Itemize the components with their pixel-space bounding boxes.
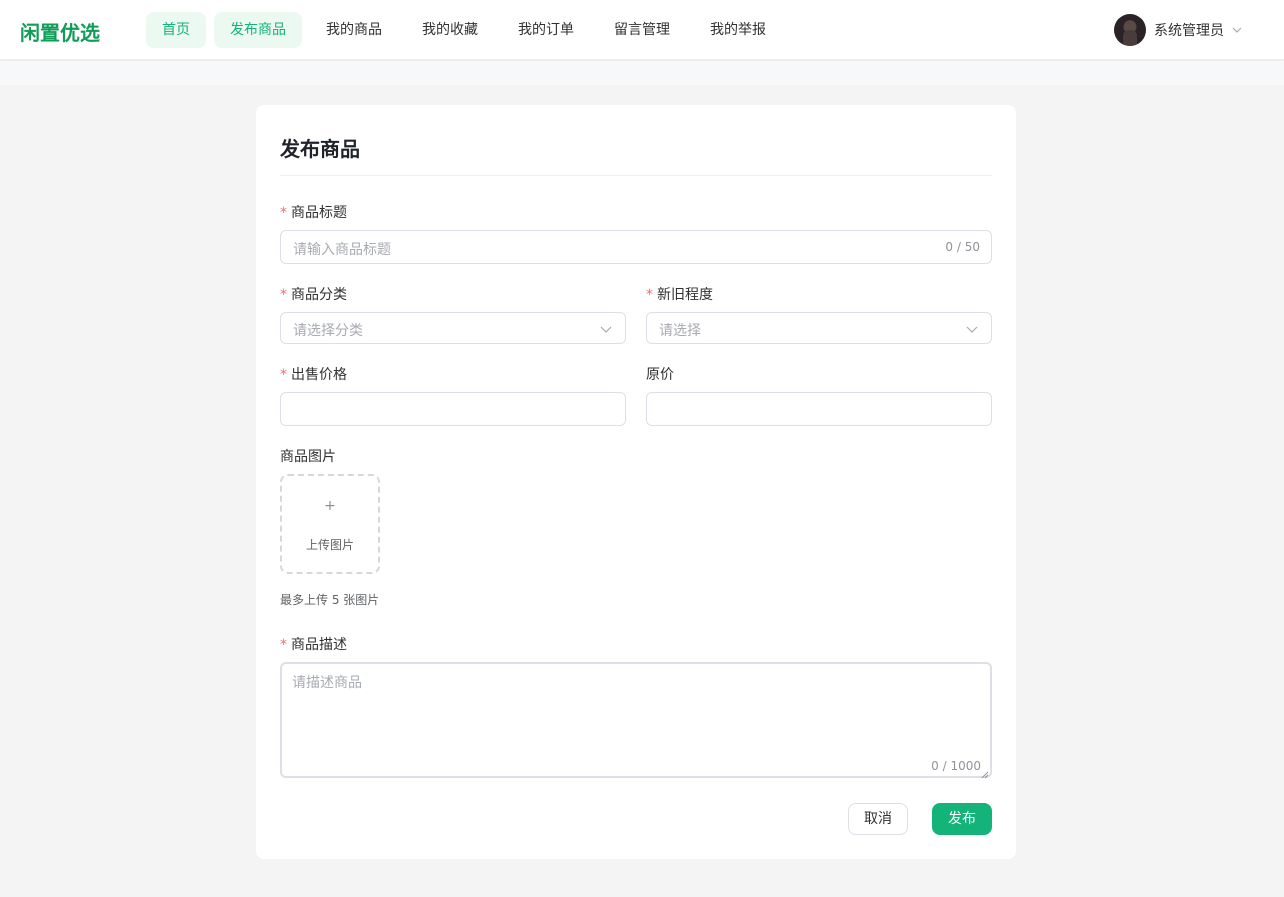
upload-hint: 最多上传 5 张图片 — [280, 593, 380, 607]
description-textarea[interactable]: 请描述商品 0 / 1000 — [280, 662, 992, 779]
page-title: 发布商品 — [280, 137, 360, 161]
required-mark: * — [646, 287, 653, 303]
item-title-placeholder: 请输入商品标题 — [293, 242, 391, 258]
item-title-input[interactable]: 请输入商品标题 0 / 50 — [280, 230, 992, 264]
required-mark: * — [280, 287, 287, 303]
publish-button[interactable]: 发布 — [932, 803, 992, 835]
nav-item-my-products[interactable]: 我的商品 — [310, 12, 398, 48]
header-strip — [0, 61, 1284, 85]
user-name[interactable]: 系统管理员 — [1154, 20, 1224, 40]
condition-select[interactable]: 请选择 — [646, 312, 992, 344]
upload-image-button[interactable]: + 上传图片 — [280, 474, 380, 574]
item-title-label-text: 商品标题 — [291, 205, 347, 221]
category-placeholder: 请选择分类 — [293, 323, 363, 339]
cancel-button[interactable]: 取消 — [848, 803, 908, 835]
required-mark: * — [280, 367, 287, 383]
condition-label: * 新旧程度 — [646, 284, 713, 304]
price-label: * 出售价格 — [280, 364, 347, 384]
user-menu[interactable]: 系统管理员 — [1114, 14, 1244, 46]
nav-item-home[interactable]: 首页 — [146, 12, 206, 48]
nav-item-reports[interactable]: 我的举报 — [694, 12, 782, 48]
required-mark: * — [280, 205, 287, 221]
title-divider — [280, 175, 992, 176]
nav-item-favorites[interactable]: 我的收藏 — [406, 12, 494, 48]
price-label-text: 出售价格 — [291, 367, 347, 383]
item-title-label: * 商品标题 — [280, 202, 347, 222]
description-counter: 0 / 1000 — [931, 759, 981, 773]
publish-form-card: 发布商品 * 商品标题 请输入商品标题 0 / 50 * 商品分类 请选择分类 * 新… — [256, 105, 1016, 859]
original-price-input[interactable] — [646, 392, 992, 426]
description-placeholder: 请描述商品 — [292, 675, 362, 691]
resize-handle-icon[interactable] — [981, 767, 989, 779]
app-logo[interactable]: 闲置优选 — [20, 17, 100, 46]
upload-image-label: 上传图片 — [305, 538, 354, 552]
chevron-down-icon[interactable] — [965, 322, 979, 336]
condition-label-text: 新旧程度 — [657, 287, 713, 303]
price-input[interactable] — [280, 392, 626, 426]
plus-icon: + — [324, 498, 336, 514]
original-price-label: 原价 — [646, 367, 674, 383]
condition-placeholder: 请选择 — [659, 323, 701, 339]
category-select[interactable]: 请选择分类 — [280, 312, 626, 344]
category-label: * 商品分类 — [280, 284, 347, 304]
description-label-text: 商品描述 — [291, 637, 347, 653]
images-label: 商品图片 — [280, 449, 336, 465]
avatar[interactable] — [1114, 14, 1146, 46]
chevron-down-icon[interactable] — [1230, 23, 1244, 37]
nav-item-publish[interactable]: 发布商品 — [214, 12, 302, 48]
description-label: * 商品描述 — [280, 634, 347, 654]
nav-item-messages[interactable]: 留言管理 — [598, 12, 686, 48]
top-header: 闲置优选 首页 发布商品 我的商品 我的收藏 我的订单 留言管理 我的举报 系统… — [0, 0, 1284, 60]
item-title-counter: 0 / 50 — [945, 240, 980, 254]
category-label-text: 商品分类 — [291, 287, 347, 303]
nav-item-orders[interactable]: 我的订单 — [502, 12, 590, 48]
required-mark: * — [280, 637, 287, 653]
chevron-down-icon[interactable] — [599, 322, 613, 336]
